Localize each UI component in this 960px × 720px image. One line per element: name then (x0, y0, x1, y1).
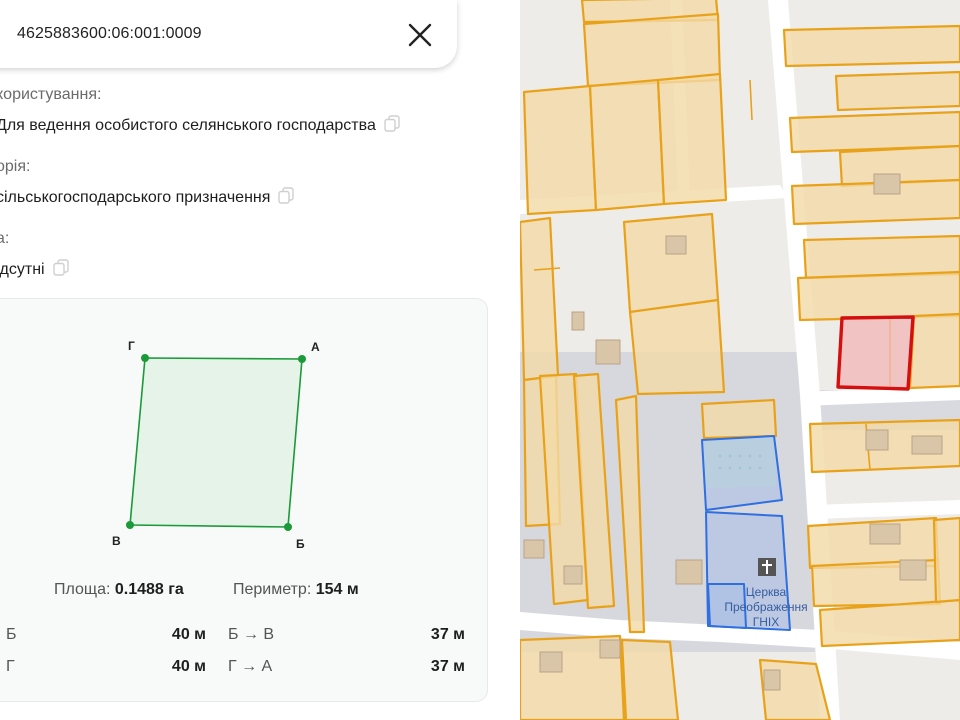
parcel[interactable] (522, 84, 598, 216)
segment-label: Б → В (228, 626, 275, 643)
building (911, 435, 943, 455)
category-value: сільськогосподарського призначення (0, 189, 271, 206)
copy-icon[interactable] (384, 115, 400, 132)
parcel[interactable] (700, 398, 778, 440)
usage-value-row: Для ведення особистого селянського госпо… (0, 115, 400, 135)
segment-length: 37 м (430, 658, 465, 675)
segment-length: 40 м (171, 626, 206, 643)
church-label-line3: ГНІХ (753, 615, 780, 629)
vertex-a-label: А (311, 340, 320, 354)
perimeter-label: Периметр: (233, 581, 312, 598)
perimeter-stat: Периметр: 154 м (233, 581, 359, 599)
parcel[interactable] (796, 270, 960, 322)
parcel[interactable] (520, 216, 560, 382)
usage-label: користування: (0, 86, 102, 103)
building (599, 639, 621, 659)
close-icon (408, 23, 432, 47)
category-label: орія: (0, 158, 31, 175)
building (595, 339, 621, 365)
close-button[interactable] (405, 20, 435, 50)
parcel[interactable] (620, 638, 680, 720)
building (571, 311, 585, 331)
segment-length: 40 м (171, 658, 206, 675)
parcel[interactable] (656, 72, 728, 206)
building (763, 669, 781, 691)
vertex-a-marker (298, 355, 306, 363)
building (899, 559, 927, 581)
building (523, 539, 545, 559)
building (869, 523, 901, 545)
cadastral-number-value[interactable]: 4625883600:06:001:0009 (17, 25, 202, 43)
usage-value: Для ведення особистого селянського госпо… (0, 117, 376, 134)
perimeter-value: 154 м (315, 581, 359, 598)
map-canvas[interactable]: Церква Преображення ГНІХ (520, 0, 960, 720)
vertex-g-marker (141, 354, 149, 362)
copy-icon[interactable] (52, 259, 69, 276)
building (865, 429, 889, 451)
parcel[interactable] (834, 70, 960, 112)
segment-label: Г (6, 658, 15, 675)
parcel[interactable] (788, 110, 960, 154)
selected-parcel[interactable] (836, 315, 915, 391)
parcel[interactable] (802, 234, 960, 280)
cadastral-map[interactable]: Церква Преображення ГНІХ (520, 0, 960, 720)
parcel-info-panel: 4625883600:06:001:0009 користування: Для… (0, 0, 520, 720)
parcel-shape (129, 357, 303, 528)
segment-label: Г → А (228, 658, 273, 675)
parcel[interactable] (628, 298, 726, 396)
church-parcel[interactable] (701, 435, 783, 511)
area-stat: Площа: 0.1488 га (54, 581, 184, 599)
parcel[interactable] (622, 212, 720, 314)
category-value-row: сільськогосподарського призначення (0, 187, 295, 207)
vertex-b-label: Б (296, 537, 305, 551)
church-label-line2: Преображення (724, 600, 807, 614)
parcel-shape-diagram (126, 354, 306, 531)
building (665, 235, 687, 255)
vertex-v-marker (126, 521, 134, 529)
building (563, 565, 583, 585)
vertex-g-label: Г (128, 339, 135, 353)
vertex-v-label: В (112, 534, 121, 548)
parcel[interactable] (908, 312, 960, 390)
area-value: 0.1488 га (114, 581, 184, 598)
area-label: Площа: (54, 581, 111, 598)
church-label-line1: Церква (746, 585, 787, 599)
segment-length: 37 м (430, 626, 465, 643)
segment-label: Б (6, 626, 17, 643)
copy-icon[interactable] (278, 187, 295, 204)
restrictions-label: а: (0, 230, 10, 247)
search-box[interactable]: 4625883600:06:001:0009 (0, 0, 457, 68)
parcel[interactable] (588, 78, 666, 212)
vertex-b-marker (284, 523, 292, 531)
parcel[interactable] (782, 24, 960, 68)
parcel[interactable] (932, 516, 960, 604)
restrictions-value: ідсутні (0, 261, 45, 278)
building (539, 651, 563, 673)
building (873, 173, 901, 195)
restrictions-value-row: ідсутні (0, 259, 69, 279)
building (675, 559, 703, 585)
